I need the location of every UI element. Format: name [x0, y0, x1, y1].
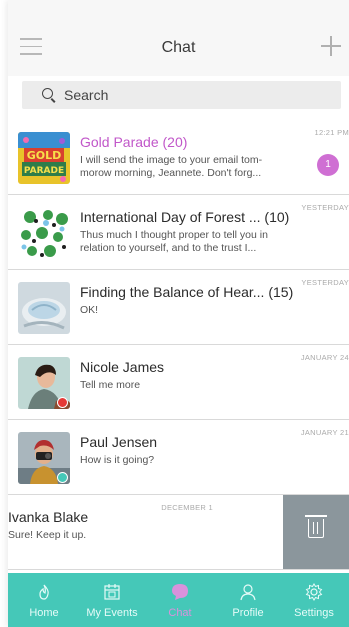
- chat-icon: [172, 584, 188, 600]
- unread-badge: 1: [317, 154, 339, 176]
- chat-name: Nicole James: [80, 359, 165, 375]
- add-chat-icon[interactable]: [321, 36, 341, 56]
- chat-avatar-balance: [18, 282, 70, 334]
- chat-preview: Sure! Keep it up.: [8, 529, 87, 541]
- tab-my-events[interactable]: My Events: [78, 573, 146, 627]
- tab-label: Settings: [294, 607, 334, 619]
- tab-home[interactable]: Home: [10, 573, 78, 627]
- trash-icon: [305, 515, 327, 538]
- chat-name: International Day of Forest ... (10): [80, 209, 290, 225]
- bottom-tab-bar: Home My Events Chat Profile Settings: [8, 573, 349, 627]
- tab-settings[interactable]: Settings: [280, 573, 348, 627]
- status-indicator: [57, 397, 68, 408]
- tab-label: My Events: [86, 607, 138, 619]
- chat-preview: I will send the image to your email tom-…: [80, 154, 263, 179]
- chat-preview: Thus much I thought proper to tell you i…: [80, 229, 268, 254]
- svg-text:PARADE: PARADE: [24, 166, 64, 176]
- user-icon: [240, 584, 256, 601]
- chat-row[interactable]: GOLD PARADE Gold Parade (20) I will send…: [8, 120, 349, 195]
- status-indicator: [57, 472, 68, 483]
- calendar-icon: [104, 584, 120, 600]
- chat-name: Finding the Balance of Hear... (15): [80, 284, 294, 300]
- chat-row[interactable]: International Day of Forest ... (10) Thu…: [8, 195, 349, 270]
- chat-screen: Chat Search GOLD PARADE Gold Parade (20)…: [8, 0, 349, 627]
- page-title: Chat: [161, 39, 196, 56]
- chat-time: YESTERDAY: [301, 203, 349, 212]
- chat-avatar-gold-parade: GOLD PARADE: [18, 132, 70, 184]
- delete-button[interactable]: [283, 495, 349, 569]
- top-bar: Chat: [8, 0, 349, 76]
- tab-label: Chat: [168, 607, 192, 619]
- search-icon: [42, 88, 53, 99]
- search-bar[interactable]: Search: [22, 81, 341, 109]
- chat-time: JANUARY 24: [300, 353, 349, 362]
- chat-time: JANUARY 21: [300, 428, 349, 437]
- chat-name: Ivanka Blake: [8, 509, 89, 525]
- chat-time: DECEMBER 1: [161, 503, 213, 512]
- chat-name: Gold Parade (20): [80, 134, 188, 150]
- tab-label: Profile: [232, 607, 264, 619]
- chat-time: YESTERDAY: [301, 278, 349, 287]
- chat-preview: OK!: [80, 304, 99, 316]
- chat-row[interactable]: Finding the Balance of Hear... (15) OK! …: [8, 270, 349, 345]
- gear-icon: [305, 583, 323, 601]
- chat-preview: How is it going?: [80, 454, 155, 466]
- search-input[interactable]: Search: [64, 87, 108, 103]
- tab-chat[interactable]: Chat: [146, 573, 214, 627]
- chat-row[interactable]: Nicole James Tell me more JANUARY 24: [8, 345, 349, 420]
- chat-row-swiped[interactable]: Ivanka Blake Sure! Keep it up. DECEMBER …: [8, 495, 349, 570]
- chat-avatar-forest: [18, 207, 70, 259]
- flame-icon: [39, 584, 49, 600]
- chat-time: 12:21 PM: [314, 128, 349, 137]
- swiped-chat-content[interactable]: Ivanka Blake Sure! Keep it up. DECEMBER …: [8, 495, 283, 569]
- chat-row[interactable]: Paul Jensen How is it going? JANUARY 21: [8, 420, 349, 495]
- svg-text:GOLD: GOLD: [27, 149, 62, 162]
- tab-profile[interactable]: Profile: [214, 573, 282, 627]
- tab-label: Home: [29, 607, 59, 619]
- chat-name: Paul Jensen: [80, 434, 158, 450]
- chat-preview: Tell me more: [80, 379, 141, 391]
